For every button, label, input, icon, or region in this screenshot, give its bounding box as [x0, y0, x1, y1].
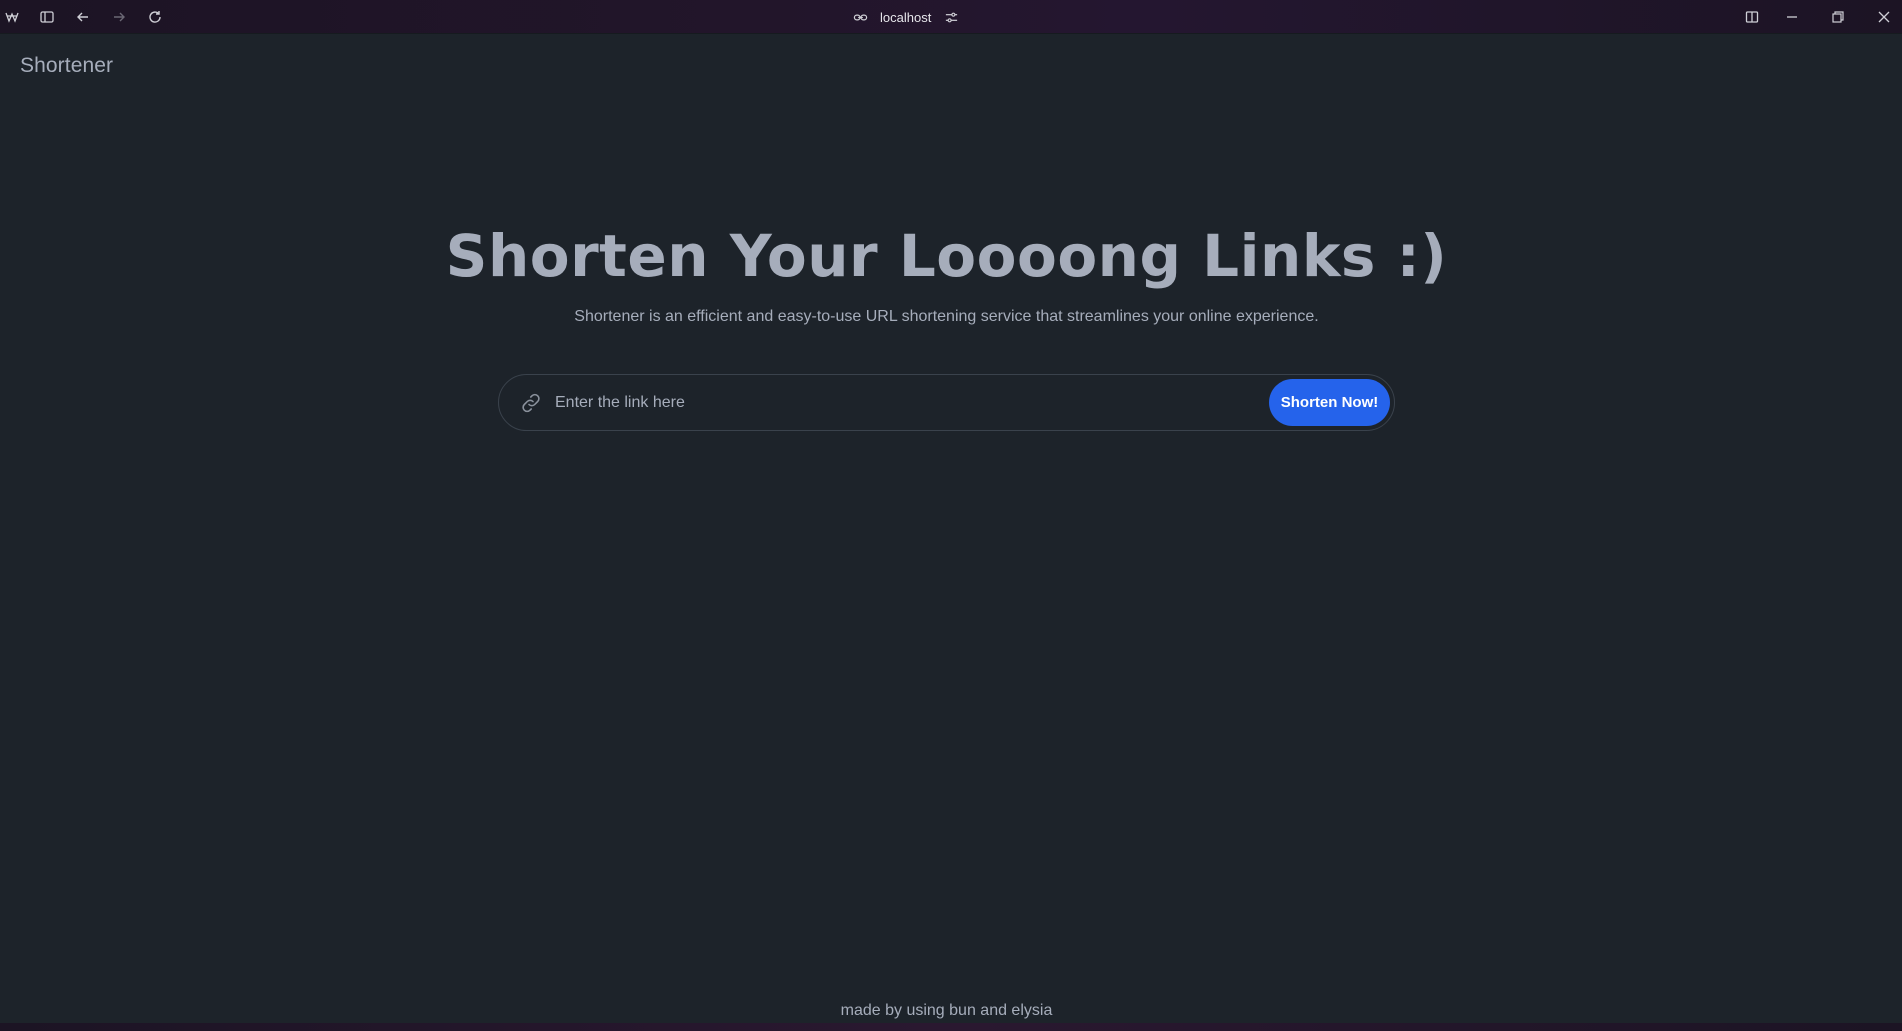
minimize-icon[interactable] — [1783, 8, 1801, 26]
shorten-form: Shorten Now! — [498, 374, 1395, 431]
sidebar-toggle-icon[interactable] — [38, 8, 56, 26]
browser-logo-icon[interactable] — [3, 8, 21, 26]
sliders-icon[interactable] — [943, 9, 959, 25]
link-icon — [519, 391, 543, 415]
page-content: Shortener Shorten Your Loooong Links :) … — [0, 34, 1902, 1023]
split-view-icon[interactable] — [1743, 8, 1761, 26]
address-bar[interactable]: localhost — [852, 6, 959, 28]
footer-text: made by using bun and elysia — [840, 1002, 1053, 1019]
window-bottom-edge — [0, 1023, 1902, 1031]
arrow-left-icon[interactable] — [74, 8, 92, 26]
link-input[interactable] — [555, 387, 1235, 419]
close-icon[interactable] — [1875, 8, 1893, 26]
link-icon — [852, 9, 868, 25]
arrow-right-icon[interactable] — [110, 8, 128, 26]
brand-logo[interactable]: Shortener — [20, 54, 113, 78]
hero-subtitle: Shortener is an efficient and easy-to-us… — [574, 308, 1319, 325]
hero-title: Shorten Your Loooong Links :) — [445, 222, 1448, 290]
restore-icon[interactable] — [1829, 8, 1847, 26]
browser-toolbar: localhost — [0, 0, 1902, 34]
url-text[interactable]: localhost — [880, 10, 931, 25]
reload-icon[interactable] — [146, 8, 164, 26]
shorten-now-button[interactable]: Shorten Now! — [1269, 379, 1390, 426]
